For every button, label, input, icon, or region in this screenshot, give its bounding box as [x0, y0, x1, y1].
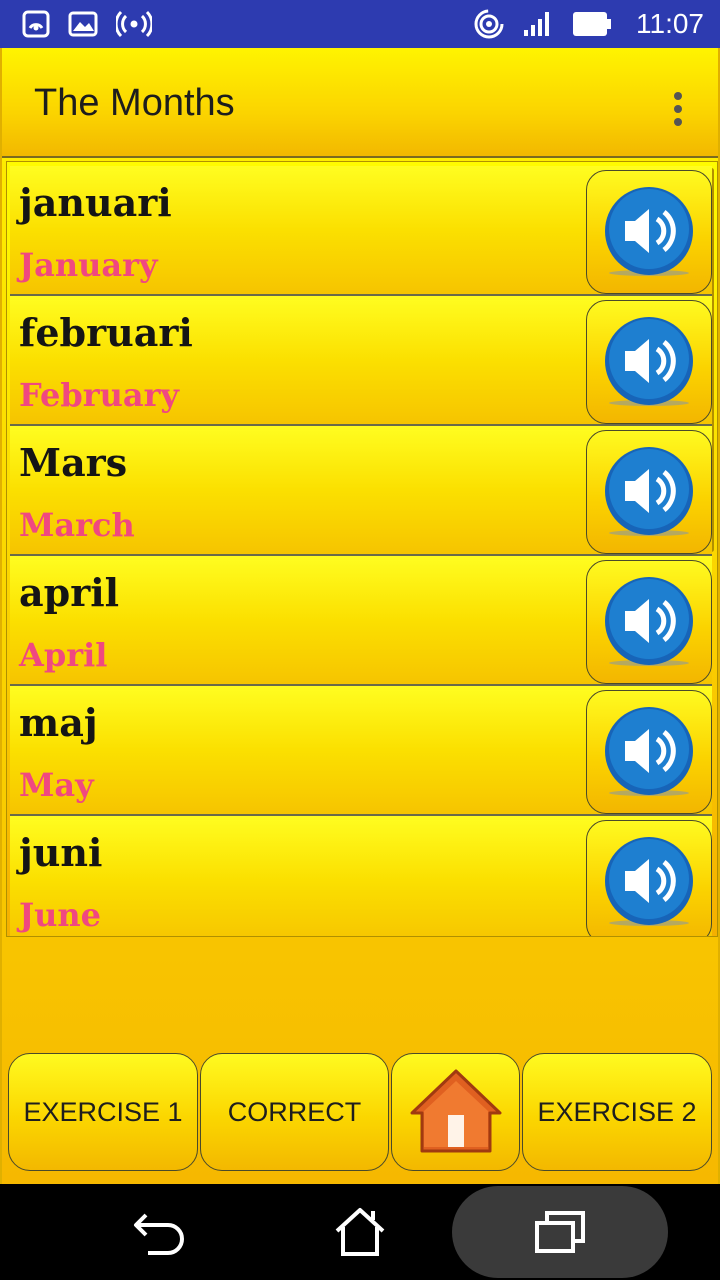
home-button[interactable]: [391, 1053, 520, 1171]
nfc-icon: [22, 10, 50, 38]
list-item: maj May: [10, 686, 712, 816]
list-item: februari February: [10, 296, 712, 426]
speaker-icon: [605, 187, 693, 276]
speaker-icon: [605, 837, 693, 926]
list-item: januari January: [10, 166, 712, 296]
recents-icon: [535, 1211, 585, 1253]
back-button[interactable]: [110, 1184, 210, 1280]
back-icon: [134, 1213, 184, 1255]
month-word: februari: [19, 310, 193, 355]
months-list[interactable]: januari January februari February Mars M…: [6, 161, 718, 937]
speaker-icon: [605, 707, 693, 796]
month-translation: January: [19, 246, 158, 284]
month-word: april: [19, 570, 120, 615]
status-time: 11:07: [636, 8, 704, 39]
month-word: juni: [19, 830, 103, 875]
play-audio-button[interactable]: [586, 170, 712, 294]
speaker-icon: [605, 447, 693, 536]
play-audio-button[interactable]: [586, 430, 712, 554]
status-bar: 11:07: [0, 0, 720, 48]
month-translation: February: [19, 376, 180, 414]
battery-icon: [572, 11, 612, 37]
home-nav-button[interactable]: [310, 1184, 410, 1280]
play-audio-button[interactable]: [586, 690, 712, 814]
month-word: januari: [19, 180, 172, 225]
list-item: Mars March: [10, 426, 712, 556]
broadcast-icon: [116, 10, 152, 38]
month-translation: April: [19, 636, 108, 674]
gallery-icon: [68, 11, 98, 37]
toolbar: The Months: [2, 48, 718, 158]
app-screen: The Months januari January februari Febr…: [0, 48, 720, 1184]
home-icon: [410, 1069, 501, 1153]
recents-button[interactable]: [510, 1184, 610, 1280]
hotspot-icon: [474, 9, 504, 39]
correct-button[interactable]: CORRECT: [200, 1053, 389, 1171]
list-item: juni June: [10, 816, 712, 936]
play-audio-button[interactable]: [586, 300, 712, 424]
month-word: Mars: [19, 440, 128, 485]
play-audio-button[interactable]: [586, 820, 712, 936]
exercise-2-button[interactable]: EXERCISE 2: [522, 1053, 712, 1171]
overflow-menu-icon[interactable]: [674, 92, 684, 128]
month-translation: March: [19, 506, 135, 544]
month-word: maj: [19, 700, 98, 745]
signal-icon: [522, 10, 554, 38]
page-title: The Months: [34, 82, 235, 124]
navigation-bar: [0, 1184, 720, 1280]
speaker-icon: [605, 577, 693, 666]
home-nav-icon: [335, 1208, 385, 1256]
month-translation: May: [19, 766, 94, 804]
exercise-1-button[interactable]: EXERCISE 1: [8, 1053, 198, 1171]
speaker-icon: [605, 317, 693, 406]
play-audio-button[interactable]: [586, 560, 712, 684]
list-item: april April: [10, 556, 712, 686]
month-translation: June: [19, 896, 102, 934]
